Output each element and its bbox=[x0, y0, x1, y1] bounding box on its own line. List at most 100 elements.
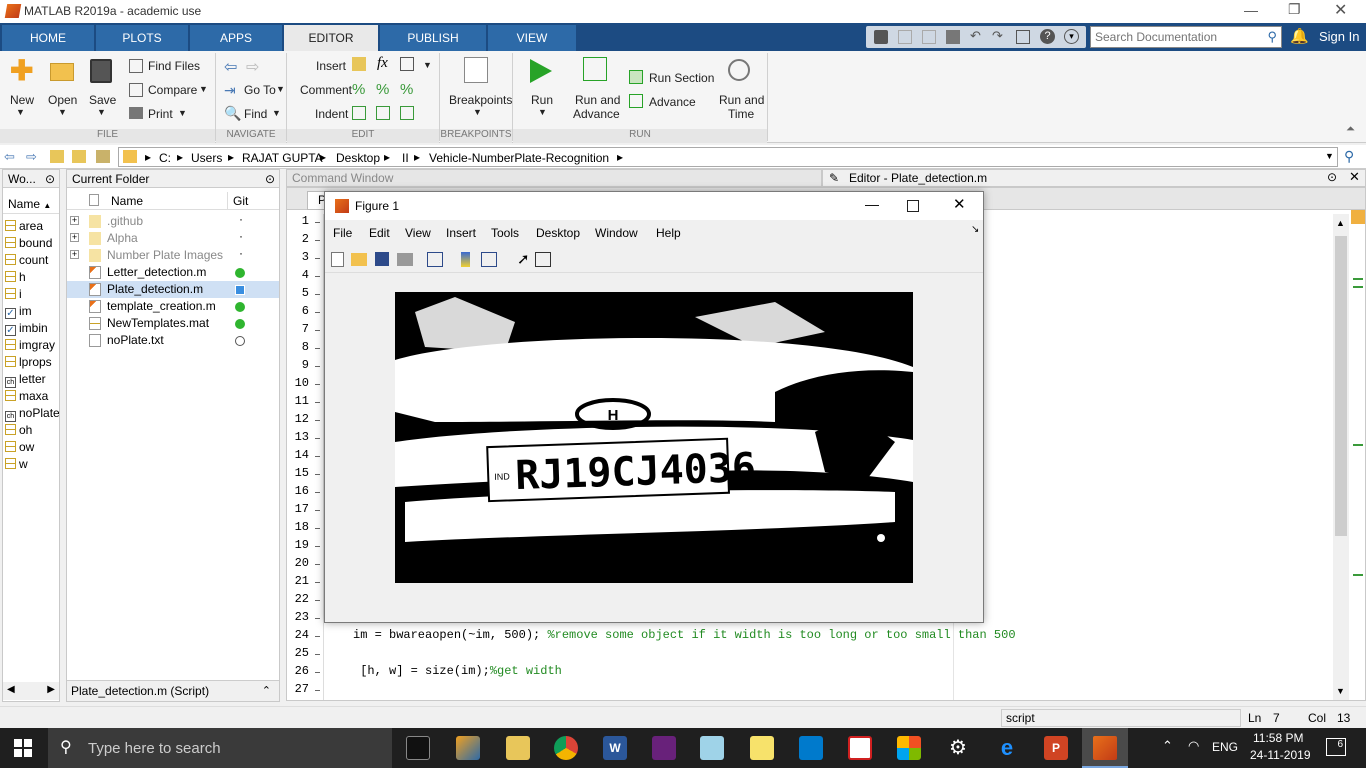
col-name-header[interactable]: Name bbox=[111, 194, 143, 208]
compare-button[interactable]: Compare bbox=[148, 83, 197, 97]
find-files-button[interactable]: Find Files bbox=[148, 59, 200, 73]
path-segment[interactable]: Vehicle-NumberPlate-Recognition bbox=[429, 151, 609, 165]
clock-time[interactable]: 11:58 PM bbox=[1253, 731, 1303, 745]
analyzer-marker[interactable] bbox=[1353, 278, 1363, 280]
visual-studio-icon[interactable] bbox=[652, 736, 676, 760]
breakpoints-button[interactable]: Breakpoints bbox=[449, 93, 512, 107]
folder-item[interactable]: + Alpha · bbox=[67, 229, 279, 247]
folder-item[interactable]: Plate_detection.m bbox=[67, 281, 279, 298]
path-dropdown-icon[interactable]: ▼ bbox=[1325, 151, 1334, 161]
clock-date[interactable]: 24-11-2019 bbox=[1250, 748, 1311, 762]
open-file-icon[interactable] bbox=[351, 253, 367, 266]
run-and-advance-button-line1[interactable]: Run and bbox=[575, 93, 620, 107]
command-window-header[interactable]: Command Window bbox=[286, 169, 822, 187]
breakpoint-marker[interactable] bbox=[315, 528, 320, 529]
run-and-time-icon[interactable] bbox=[728, 59, 750, 81]
switch-windows-icon[interactable] bbox=[1016, 30, 1030, 44]
save-button[interactable]: Save bbox=[89, 93, 116, 107]
figure-minimize-icon[interactable]: — bbox=[865, 196, 879, 212]
workspace-variable[interactable]: w bbox=[5, 456, 59, 473]
new-icon[interactable]: ✚ bbox=[10, 57, 34, 85]
copy-icon[interactable] bbox=[922, 30, 936, 44]
search-box[interactable]: ⚲ bbox=[1090, 26, 1282, 48]
figure-title-bar[interactable]: Figure 1 — ✕ bbox=[325, 192, 983, 220]
breakpoint-marker[interactable] bbox=[315, 330, 320, 331]
breakpoint-marker[interactable] bbox=[315, 366, 320, 367]
goto-dropdown-icon[interactable]: ▼ bbox=[276, 84, 285, 94]
new-dropdown-icon[interactable]: ▼ bbox=[16, 107, 25, 117]
address-field[interactable]: ▸ C: ▸ Users ▸ RAJAT GUPTA ▸ Desktop ▸ I… bbox=[118, 147, 1338, 167]
calculator-app-icon[interactable] bbox=[700, 736, 724, 760]
forward-arrow-icon[interactable]: ⇨ bbox=[246, 57, 259, 77]
workspace-variable[interactable]: h bbox=[5, 269, 59, 286]
word-icon[interactable]: W bbox=[603, 736, 627, 760]
breakpoint-marker[interactable] bbox=[315, 690, 320, 691]
workspace-variable[interactable]: i bbox=[5, 286, 59, 303]
workspace-variable[interactable]: ch noPlate bbox=[5, 405, 59, 422]
breakpoint-marker[interactable] bbox=[315, 294, 320, 295]
run-and-time-button-line1[interactable]: Run and bbox=[719, 93, 764, 107]
scroll-down-icon[interactable]: ▼ bbox=[1336, 686, 1345, 696]
breakpoint-marker[interactable] bbox=[315, 510, 320, 511]
menu-insert[interactable]: Insert bbox=[446, 226, 476, 240]
breakpoint-marker[interactable] bbox=[315, 582, 320, 583]
code-line-26[interactable]: [h, w] = size(im);%get width bbox=[353, 664, 562, 678]
redo-icon[interactable]: ↷ bbox=[992, 28, 1003, 44]
find-button[interactable]: Find bbox=[244, 107, 267, 121]
folder-details-bar[interactable]: Plate_detection.m (Script) ⌃ bbox=[67, 680, 279, 701]
scroll-up-icon[interactable]: ▲ bbox=[1336, 218, 1345, 228]
breakpoint-marker[interactable] bbox=[315, 312, 320, 313]
run-section-button[interactable]: Run Section bbox=[649, 71, 714, 85]
workspace-variable[interactable]: ow bbox=[5, 439, 59, 456]
run-and-advance-button-line2[interactable]: Advance bbox=[573, 107, 620, 121]
settings-gear-icon[interactable]: ⚙ bbox=[946, 736, 970, 760]
vscode-icon[interactable] bbox=[799, 736, 823, 760]
breakpoint-marker[interactable] bbox=[315, 348, 320, 349]
workspace-hscroll[interactable]: ◀ ▶ bbox=[3, 682, 59, 700]
run-and-advance-icon[interactable] bbox=[583, 57, 607, 81]
save-figure-icon[interactable] bbox=[375, 252, 389, 266]
powerpoint-icon[interactable]: P bbox=[1044, 736, 1068, 760]
breakpoint-marker[interactable] bbox=[315, 222, 320, 223]
code-analyzer-indicator-icon[interactable] bbox=[1351, 210, 1365, 224]
goto-button[interactable]: Go To bbox=[244, 83, 276, 97]
breakpoint-marker[interactable] bbox=[315, 600, 320, 601]
run-and-time-button-line2[interactable]: Time bbox=[728, 107, 754, 121]
menu-desktop[interactable]: Desktop bbox=[536, 226, 580, 240]
game-app-icon[interactable] bbox=[456, 736, 480, 760]
windows-start-icon[interactable] bbox=[14, 739, 32, 757]
folder-item[interactable]: template_creation.m bbox=[67, 298, 279, 315]
breakpoint-marker[interactable] bbox=[315, 438, 320, 439]
tab-apps[interactable]: APPS bbox=[190, 25, 282, 51]
path-search-icon[interactable]: ⚲ bbox=[1344, 148, 1354, 165]
increase-indent-icon[interactable] bbox=[376, 106, 390, 120]
collapse-ribbon-icon[interactable]: ⏶ bbox=[1346, 123, 1355, 136]
settings-dropdown-icon[interactable]: ▾ bbox=[1064, 29, 1079, 44]
path-segment[interactable]: RAJAT GUPTA bbox=[242, 151, 323, 165]
notification-bell-icon[interactable]: 🔔 bbox=[1290, 27, 1309, 45]
edge-icon[interactable]: e bbox=[995, 736, 1019, 760]
print-figure-icon[interactable] bbox=[397, 253, 413, 266]
wrap-comment-icon[interactable]: % bbox=[400, 81, 413, 98]
tab-home[interactable]: HOME bbox=[2, 25, 94, 51]
open-dropdown-icon[interactable]: ▼ bbox=[58, 107, 67, 117]
breakpoint-marker[interactable] bbox=[315, 636, 320, 637]
editor-vscroll[interactable]: ▲ ▼ bbox=[1333, 214, 1349, 700]
folder-item[interactable]: + Number Plate Images · bbox=[67, 246, 279, 264]
cut-icon[interactable] bbox=[898, 30, 912, 44]
breakpoint-marker[interactable] bbox=[315, 564, 320, 565]
insert-dropdown-icon[interactable]: ▼ bbox=[423, 60, 432, 70]
path-segment[interactable]: II bbox=[402, 151, 409, 165]
property-inspector-icon[interactable] bbox=[535, 252, 551, 267]
comment-percent-icon[interactable]: % bbox=[352, 81, 365, 98]
breakpoint-marker[interactable] bbox=[315, 402, 320, 403]
paste-icon[interactable] bbox=[946, 30, 960, 44]
menu-help[interactable]: Help bbox=[656, 226, 681, 240]
office-icon[interactable] bbox=[897, 736, 921, 760]
expand-details-icon[interactable]: ⌃ bbox=[262, 681, 271, 701]
workspace-variable[interactable]: imgray bbox=[5, 337, 59, 354]
action-center-icon[interactable]: 6 bbox=[1326, 738, 1346, 756]
smart-indent-icon[interactable] bbox=[352, 106, 366, 120]
colorbar-icon[interactable] bbox=[461, 252, 470, 267]
workspace-menu-icon[interactable]: ⊙ bbox=[45, 170, 55, 188]
